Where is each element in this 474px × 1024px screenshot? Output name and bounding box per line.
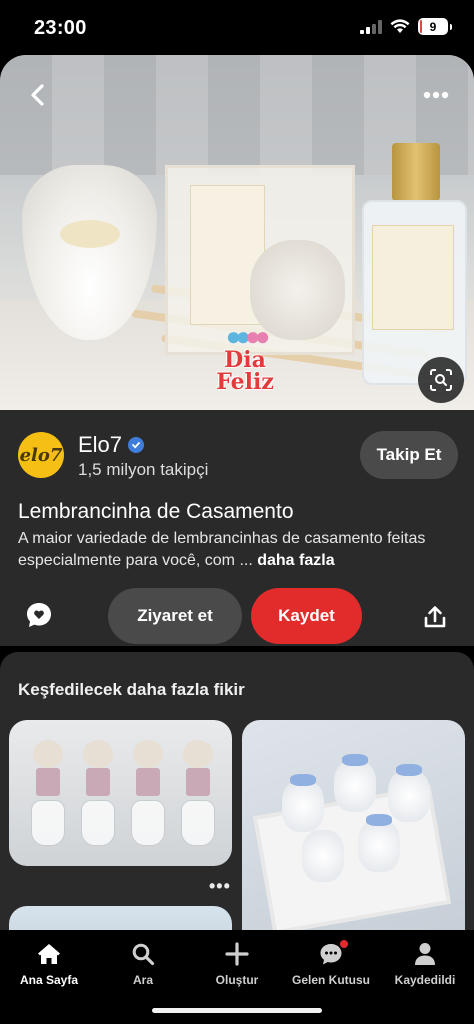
read-more-link[interactable]: daha fazla: [257, 552, 334, 569]
share-button[interactable]: [418, 600, 452, 634]
favor-bag: [282, 780, 324, 832]
visual-search-icon: [430, 369, 452, 391]
home-indicator[interactable]: [152, 1008, 322, 1013]
teddy-jar: [131, 740, 165, 850]
watermark-text: Dia Feliz: [216, 347, 274, 395]
status-bar: 23:00 9: [0, 0, 474, 54]
tab-label: Ana Sayfa: [19, 973, 79, 987]
home-icon: [38, 944, 60, 964]
status-icons: 9: [360, 18, 452, 35]
image-bottle-cap: [392, 143, 440, 201]
battery-level: [420, 20, 422, 33]
blue-bow: [290, 774, 316, 786]
idea-card-teddy-jars[interactable]: [9, 720, 232, 866]
tab-label: Gelen Kutusu: [291, 973, 370, 987]
battery-icon: 9: [418, 18, 448, 35]
profile-name-text: Elo7: [78, 432, 123, 457]
pin-detail-screen: 23:00 9 ●●●● Dia Feliz elo7 Elo7 1,5 mil…: [0, 0, 474, 1024]
image-bottle-label: [372, 225, 454, 330]
verified-icon: [128, 437, 145, 453]
elephants-icon: ●●●●: [225, 321, 271, 351]
avatar[interactable]: elo7: [18, 432, 64, 478]
favor-bag: [302, 830, 344, 882]
teddy-jar: [81, 740, 115, 850]
image-ribbon: [60, 220, 120, 248]
comment-button[interactable]: [22, 598, 56, 632]
tab-label: Ara: [132, 973, 153, 987]
profile-name[interactable]: Elo7: [78, 432, 145, 458]
card-more-button[interactable]: •••: [209, 876, 231, 897]
pin-info-panel: elo7 Elo7 1,5 milyon takipçi Takip Et Le…: [0, 410, 474, 646]
description-text: A maior variedade de lembrancinhas de ca…: [18, 530, 426, 569]
favor-bag: [388, 770, 430, 822]
search-icon: [132, 943, 155, 966]
blue-bow: [342, 754, 368, 766]
more-horizontal-icon: [423, 91, 449, 99]
signal-icon: [360, 19, 382, 34]
battery-text: 9: [429, 19, 437, 34]
share-icon: [424, 606, 446, 628]
notification-badge: [340, 940, 348, 948]
idea-card-partial[interactable]: [9, 906, 232, 932]
tab-home[interactable]: Ana Sayfa: [2, 940, 96, 987]
chevron-left-icon: [31, 84, 44, 106]
followers-count: 1,5 milyon takipçi: [78, 460, 209, 479]
tab-search[interactable]: Ara: [96, 940, 190, 987]
tab-inbox[interactable]: Gelen Kutusu: [284, 940, 378, 987]
visual-search-button[interactable]: [418, 357, 464, 403]
more-ideas-section: Keşfedilecek daha fazla fikir •••: [0, 652, 474, 932]
idea-card-favor-box[interactable]: [242, 720, 465, 932]
profile-icon: [415, 943, 435, 965]
follow-button[interactable]: Takip Et: [360, 431, 458, 479]
status-time: 23:00: [34, 17, 87, 39]
visit-button[interactable]: Ziyaret et: [108, 588, 242, 644]
blue-bow: [396, 764, 422, 776]
blue-bow: [366, 814, 392, 826]
battery-tip: [450, 23, 452, 30]
pin-image[interactable]: ●●●● Dia Feliz: [0, 55, 474, 410]
favor-bag: [358, 820, 400, 872]
save-button[interactable]: Kaydet: [251, 588, 362, 644]
teddy-jar: [31, 740, 65, 850]
teddy-jar: [181, 740, 215, 850]
watermark-logo: ●●●● Dia Feliz: [199, 323, 291, 393]
tab-label: Oluştur: [215, 973, 259, 987]
favor-bag: [334, 760, 376, 812]
plus-icon: [225, 942, 249, 966]
tab-create[interactable]: Oluştur: [190, 940, 284, 987]
pin-title: Lembrancinha de Casamento: [18, 500, 294, 523]
section-title: Keşfedilecek daha fazla fikir: [18, 680, 245, 699]
back-button[interactable]: [18, 75, 58, 115]
comment-icon: [27, 603, 51, 627]
tab-label: Kaydedildi: [394, 973, 456, 987]
tab-saved[interactable]: Kaydedildi: [378, 940, 472, 987]
pin-description: A maior variedade de lembrancinhas de ca…: [18, 528, 458, 572]
wifi-icon: [390, 19, 410, 33]
more-options-button[interactable]: [416, 75, 456, 115]
